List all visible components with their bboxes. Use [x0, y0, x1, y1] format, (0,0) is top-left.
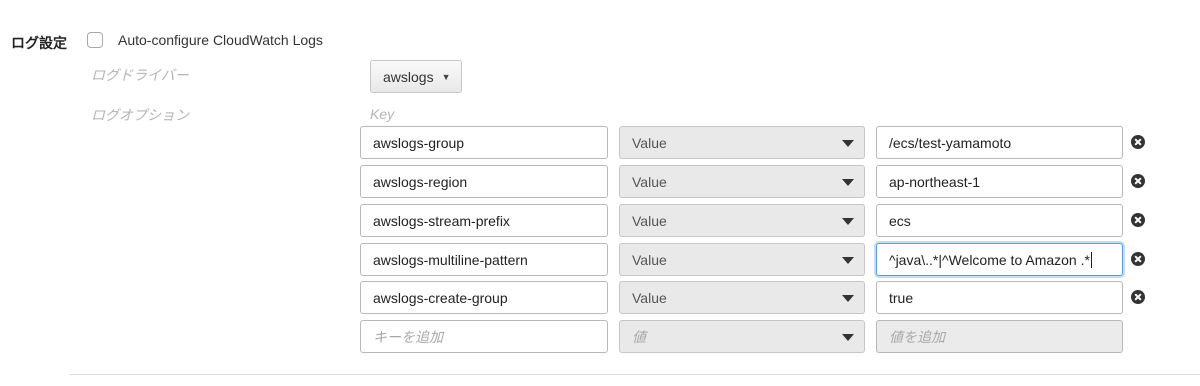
section-label: ログ設定: [11, 35, 67, 51]
option-type-value: Value: [632, 173, 667, 190]
auto-configure-option[interactable]: Auto-configure CloudWatch Logs: [87, 32, 323, 48]
chevron-down-icon: [842, 218, 854, 225]
log-option-row: awslogs-region Value ap-northeast-1: [0, 165, 1200, 198]
chevron-down-icon: [842, 334, 854, 341]
option-type-value: Value: [632, 289, 667, 306]
new-log-option-row: キーを追加 値 値を追加: [0, 320, 1200, 353]
key-column-header: Key: [370, 106, 395, 122]
new-value-placeholder: 値を追加: [889, 328, 945, 345]
option-key-input[interactable]: awslogs-region: [360, 165, 608, 198]
section-divider: [70, 374, 1200, 375]
text-cursor: [1090, 251, 1092, 268]
remove-circle-icon[interactable]: [1131, 252, 1145, 266]
log-option-row: awslogs-stream-prefix Value ecs: [0, 204, 1200, 237]
option-key-input[interactable]: awslogs-multiline-pattern: [360, 243, 608, 276]
log-option-row: awslogs-multiline-pattern Value ^java\..…: [0, 243, 1200, 276]
remove-circle-icon[interactable]: [1131, 174, 1145, 188]
log-option-row: awslogs-group Value /ecs/test-yamamoto: [0, 126, 1200, 159]
option-key-input[interactable]: awslogs-create-group: [360, 281, 608, 314]
chevron-down-icon: [842, 140, 854, 147]
new-key-placeholder: キーを追加: [373, 328, 443, 345]
auto-configure-checkbox[interactable]: [87, 32, 103, 48]
log-option-row: awslogs-create-group Value true: [0, 281, 1200, 314]
option-key-input[interactable]: awslogs-group: [360, 126, 608, 159]
option-type-select[interactable]: Value: [619, 126, 865, 159]
option-type-value: Value: [632, 134, 667, 151]
remove-circle-icon[interactable]: [1131, 135, 1145, 149]
log-driver-value: awslogs: [383, 68, 434, 85]
remove-circle-icon[interactable]: [1131, 290, 1145, 304]
option-type-value: Value: [632, 251, 667, 268]
option-type-select[interactable]: Value: [619, 281, 865, 314]
option-value-input-focused[interactable]: ^java\..*|^Welcome to Amazon .*: [876, 243, 1123, 276]
option-type-value: Value: [632, 212, 667, 229]
chevron-down-icon: [842, 179, 854, 186]
remove-circle-icon[interactable]: [1131, 213, 1145, 227]
chevron-down-icon: [842, 257, 854, 264]
log-driver-label: ログドライバー: [91, 67, 189, 83]
option-value-input[interactable]: true: [876, 281, 1123, 314]
auto-configure-label[interactable]: Auto-configure CloudWatch Logs: [118, 32, 323, 48]
new-value-input[interactable]: 値を追加: [876, 320, 1123, 353]
log-options-label: ログオプション: [91, 107, 189, 123]
option-type-select[interactable]: Value: [619, 204, 865, 237]
new-key-input[interactable]: キーを追加: [360, 320, 608, 353]
option-key-input[interactable]: awslogs-stream-prefix: [360, 204, 608, 237]
new-type-placeholder: 値: [632, 328, 646, 345]
caret-down-icon: ▼: [441, 71, 451, 82]
new-type-select[interactable]: 値: [619, 320, 865, 353]
option-value-input[interactable]: ecs: [876, 204, 1123, 237]
option-type-select[interactable]: Value: [619, 165, 865, 198]
chevron-down-icon: [842, 295, 854, 302]
option-value-text: ^java\..*|^Welcome to Amazon .*: [889, 251, 1090, 268]
option-type-select[interactable]: Value: [619, 243, 865, 276]
option-value-input[interactable]: ap-northeast-1: [876, 165, 1123, 198]
option-value-input[interactable]: /ecs/test-yamamoto: [876, 126, 1123, 159]
log-driver-select[interactable]: awslogs ▼: [370, 60, 462, 93]
